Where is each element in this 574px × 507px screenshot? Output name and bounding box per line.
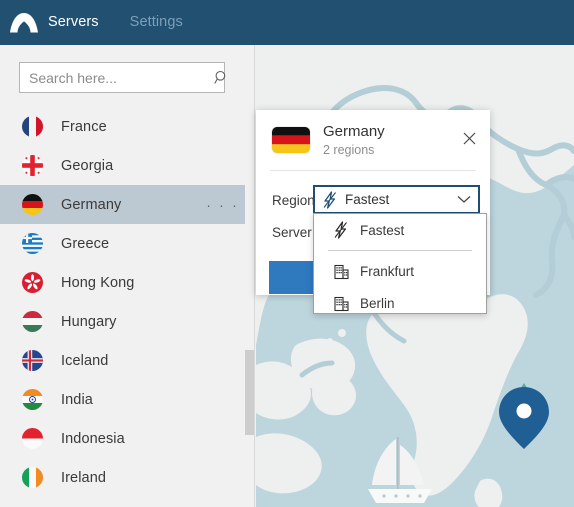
lightning-bolt-icon (326, 221, 356, 239)
flag-greece-icon (22, 233, 43, 254)
popup-region-count: 2 regions (323, 142, 375, 157)
dropdown-option-frankfurt[interactable]: Frankfurt (314, 255, 486, 287)
sidebar: France Georgia (0, 45, 255, 507)
popup-flag-germany-icon (272, 127, 310, 153)
region-select[interactable]: Fastest (313, 185, 480, 214)
country-list-scrollbar-thumb[interactable] (245, 350, 254, 435)
header-nav: Servers Settings (48, 0, 214, 45)
country-row-indonesia[interactable]: Indonesia (0, 419, 254, 458)
country-row-iceland[interactable]: Iceland (0, 341, 254, 380)
country-label: Georgia (61, 157, 114, 174)
popup-divider (270, 170, 476, 171)
country-label: Indonesia (61, 430, 125, 447)
flag-indonesia-icon (22, 428, 43, 449)
app-window: Servers Settings France (0, 0, 574, 507)
popup-title-block: Germany 2 regions (323, 123, 385, 158)
country-label: Ireland (61, 469, 107, 486)
country-row-germany[interactable]: Germany · · · (0, 185, 254, 224)
flag-hungary-icon (22, 311, 43, 332)
building-icon (326, 295, 356, 312)
country-label: Hungary (61, 313, 117, 330)
country-row-ireland[interactable]: Ireland (0, 458, 254, 497)
popup-country-name: Germany (323, 122, 385, 140)
country-list[interactable]: France Georgia Germany · · · Greece Hong… (0, 107, 254, 507)
search-input[interactable] (20, 63, 214, 92)
country-label: Greece (61, 235, 110, 252)
country-list-scrollbar-track[interactable] (245, 107, 254, 507)
country-label: India (61, 391, 93, 408)
dropdown-separator (328, 250, 472, 251)
lightning-bolt-icon (315, 190, 345, 209)
flag-india-icon (22, 389, 43, 410)
tab-settings[interactable]: Settings (130, 0, 183, 45)
flag-iceland-icon (22, 350, 43, 371)
dropdown-option-berlin[interactable]: Berlin (314, 287, 486, 319)
building-icon (326, 263, 356, 280)
dropdown-option-label: Frankfurt (360, 263, 415, 279)
dropdown-option-fastest[interactable]: Fastest (314, 214, 486, 246)
flag-ireland-icon (22, 467, 43, 488)
region-dropdown-list[interactable]: Fastest Frankfurt Berlin (313, 213, 487, 314)
search-box[interactable] (19, 62, 226, 93)
flag-georgia-icon (22, 155, 43, 176)
flag-germany-icon (22, 194, 43, 215)
dropdown-option-label: Berlin (360, 295, 395, 311)
flag-france-icon (22, 116, 43, 137)
popup-header: Germany 2 regions (256, 110, 490, 170)
chevron-down-icon[interactable] (450, 195, 478, 204)
country-row-hong-kong[interactable]: Hong Kong (0, 263, 254, 302)
app-header: Servers Settings (0, 0, 574, 45)
country-label: Iceland (61, 352, 109, 369)
country-row-greece[interactable]: Greece (0, 224, 254, 263)
region-selected-value: Fastest (345, 192, 390, 207)
country-label: Germany (61, 196, 122, 213)
country-row-france[interactable]: France (0, 107, 254, 146)
country-overflow-menu-icon[interactable]: · · · (206, 198, 239, 212)
country-label: Hong Kong (61, 274, 135, 291)
country-row-hungary[interactable]: Hungary (0, 302, 254, 341)
dropdown-option-label: Fastest (360, 222, 405, 238)
country-row-georgia[interactable]: Georgia (0, 146, 254, 185)
search-icon[interactable] (214, 70, 229, 85)
flag-hongkong-icon (22, 272, 43, 293)
country-label: France (61, 118, 107, 135)
close-icon[interactable] (460, 129, 478, 147)
country-row-india[interactable]: India (0, 380, 254, 419)
nordvpn-logo-icon (0, 0, 48, 45)
tab-servers[interactable]: Servers (48, 0, 99, 45)
